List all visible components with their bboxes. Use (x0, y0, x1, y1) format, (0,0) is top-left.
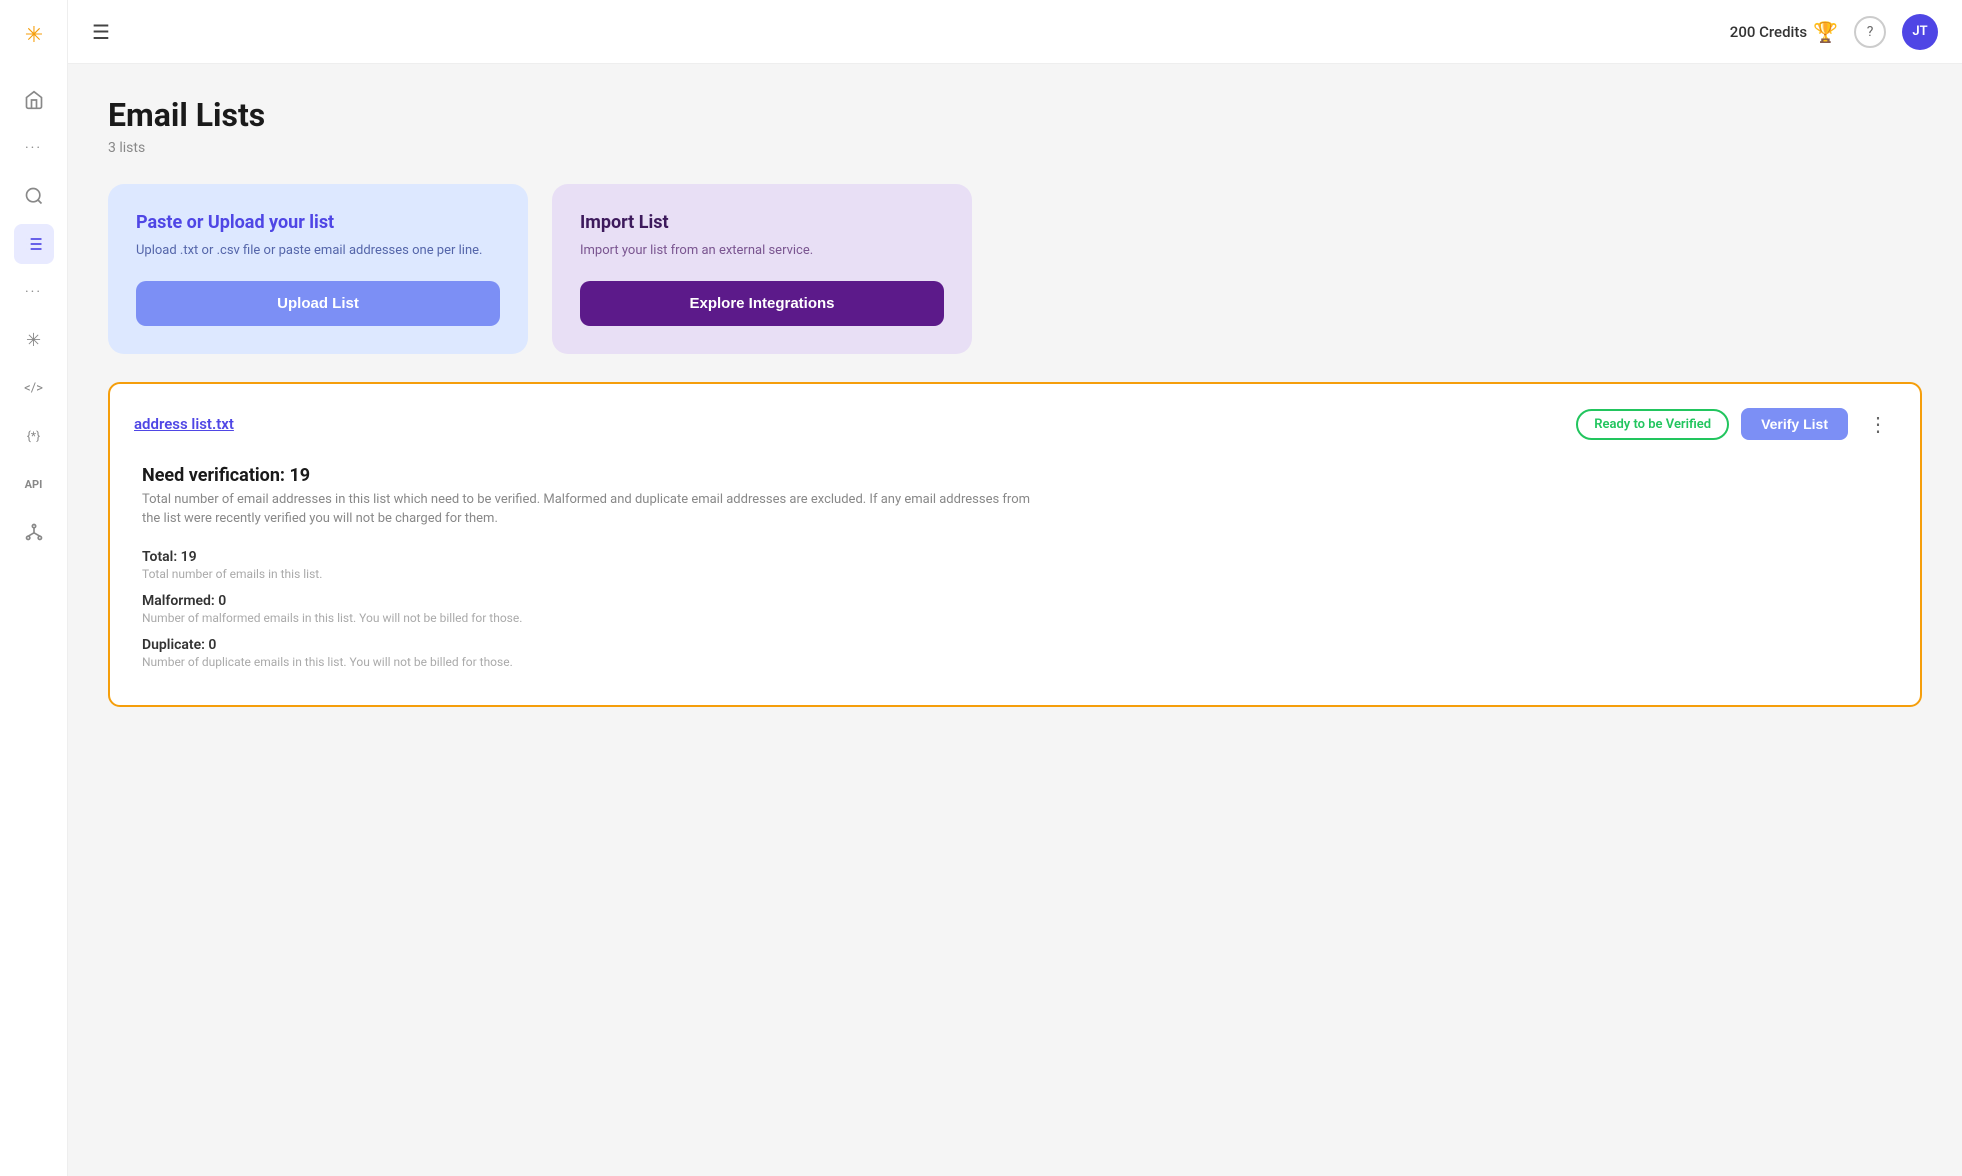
stat-total-label: Total: 19 (142, 549, 1896, 565)
verify-list-button[interactable]: Verify List (1741, 408, 1848, 440)
upload-card-description: Upload .txt or .csv file or paste email … (136, 241, 500, 261)
ready-badge: Ready to be Verified (1576, 409, 1729, 440)
header-right: 200 Credits 🏆 ? JT (1730, 14, 1938, 50)
import-card: Import List Import your list from an ext… (552, 184, 972, 354)
sidebar-item-asterisk[interactable]: ✳ (14, 320, 54, 360)
import-card-title: Import List (580, 212, 944, 233)
page-subtitle: 3 lists (108, 140, 1922, 156)
stat-malformed-desc: Number of malformed emails in this list.… (142, 611, 1896, 625)
stat-duplicate-desc: Number of duplicate emails in this list.… (142, 655, 1896, 669)
list-stats: Need verification: 19 Total number of em… (134, 465, 1896, 669)
stat-need-verification-label: Need verification: 19 (142, 465, 1896, 486)
header-left: ☰ (92, 20, 110, 44)
list-card: address list.txt Ready to be Verified Ve… (108, 382, 1922, 707)
explore-integrations-button[interactable]: Explore Integrations (580, 281, 944, 326)
list-card-header: address list.txt Ready to be Verified Ve… (134, 408, 1896, 441)
sidebar-item-home[interactable] (14, 80, 54, 120)
svg-text:✳: ✳ (24, 23, 42, 48)
sidebar-item-dots1[interactable]: ··· (14, 128, 54, 168)
page-title: Email Lists (108, 96, 1922, 134)
sidebar-item-regex[interactable]: {*} (14, 416, 54, 456)
avatar[interactable]: JT (1902, 14, 1938, 50)
upload-card: Paste or Upload your list Upload .txt or… (108, 184, 528, 354)
upload-list-button[interactable]: Upload List (136, 281, 500, 326)
stat-need-verification-desc: Total number of email addresses in this … (142, 490, 1042, 529)
sidebar-item-code[interactable]: </> (14, 368, 54, 408)
stat-malformed: Malformed: 0 Number of malformed emails … (142, 593, 1896, 625)
sidebar-item-lists[interactable] (14, 224, 54, 264)
help-button[interactable]: ? (1854, 16, 1886, 48)
stat-malformed-label: Malformed: 0 (142, 593, 1896, 609)
credits-badge: 200 Credits 🏆 (1730, 20, 1838, 44)
upload-card-title: Paste or Upload your list (136, 212, 500, 233)
sidebar-item-search[interactable] (14, 176, 54, 216)
hamburger-button[interactable]: ☰ (92, 20, 110, 44)
sidebar: ✳ ··· ··· ✳ </> {*} (0, 0, 68, 1176)
stat-duplicate: Duplicate: 0 Number of duplicate emails … (142, 637, 1896, 669)
list-filename[interactable]: address list.txt (134, 415, 234, 433)
main-container: ☰ 200 Credits 🏆 ? JT Email Lists 3 lists… (68, 0, 1962, 1176)
sidebar-item-api[interactable]: API (14, 464, 54, 504)
logo: ✳ (16, 16, 52, 56)
stat-total: Total: 19 Total number of emails in this… (142, 549, 1896, 581)
stat-need-verification: Need verification: 19 Total number of em… (142, 465, 1896, 529)
sidebar-item-dots2[interactable]: ··· (14, 272, 54, 312)
stat-total-desc: Total number of emails in this list. (142, 567, 1896, 581)
stat-duplicate-label: Duplicate: 0 (142, 637, 1896, 653)
credits-label: 200 Credits (1730, 23, 1807, 41)
import-card-description: Import your list from an external servic… (580, 241, 944, 261)
header: ☰ 200 Credits 🏆 ? JT (68, 0, 1962, 64)
content-area: Email Lists 3 lists Paste or Upload your… (68, 64, 1962, 1176)
list-card-actions: Ready to be Verified Verify List ⋮ (1576, 408, 1896, 441)
cards-row: Paste or Upload your list Upload .txt or… (108, 184, 1922, 354)
more-options-button[interactable]: ⋮ (1860, 408, 1896, 441)
credits-icon: 🏆 (1813, 20, 1838, 44)
sidebar-item-integrations[interactable] (14, 512, 54, 552)
